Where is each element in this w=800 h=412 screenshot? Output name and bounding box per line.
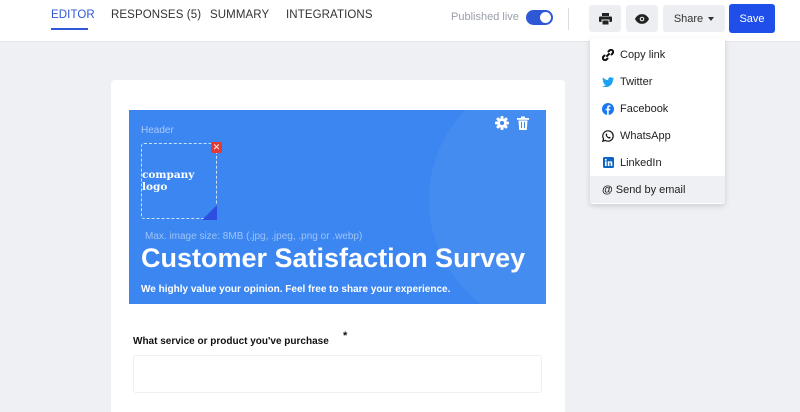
gear-icon[interactable] [495, 116, 509, 130]
share-item-label: Copy link [620, 48, 666, 61]
company-logo: company logo [142, 169, 195, 193]
question-answer-input[interactable] [133, 355, 542, 393]
share-linkedin[interactable]: LinkedIn [590, 149, 725, 176]
tab-editor[interactable]: EDITOR [51, 9, 95, 21]
share-menu: Copy link Twitter Facebook WhatsApp Link… [590, 38, 725, 204]
active-tab-indicator [51, 28, 88, 30]
header-label: Header [141, 125, 174, 136]
share-item-label: Twitter [620, 75, 653, 88]
eye-icon [635, 13, 649, 24]
linkedin-icon [602, 157, 614, 169]
share-item-label: Send by email [615, 183, 686, 196]
max-image-size-hint: Max. image size: 8MB (.jpg, .jpeg, .png … [145, 231, 363, 242]
question-label: What service or product you've purchase [133, 336, 329, 347]
tab-responses[interactable]: RESPONSES (5) [111, 9, 201, 21]
required-mark: * [343, 330, 348, 342]
share-item-label: Facebook [620, 102, 669, 115]
preview-button[interactable] [626, 5, 658, 32]
share-item-label: LinkedIn [620, 156, 662, 169]
resize-handle-icon[interactable] [202, 205, 217, 220]
top-bar: EDITOR RESPONSES (5) SUMMARY INTEGRATION… [0, 0, 800, 42]
form-header-block[interactable]: Header company logo ✕ Max. image size: 8… [129, 110, 546, 304]
share-item-label: WhatsApp [620, 129, 671, 142]
survey-subtitle[interactable]: We highly value your opinion. Feel free … [141, 284, 450, 295]
header-decoration [429, 110, 546, 304]
print-button[interactable] [589, 5, 621, 32]
remove-logo-icon[interactable]: ✕ [211, 142, 222, 153]
facebook-icon [602, 102, 614, 115]
tab-summary[interactable]: SUMMARY [210, 9, 269, 21]
trash-icon[interactable] [516, 116, 530, 130]
share-twitter[interactable]: Twitter [590, 68, 725, 95]
share-button-label: Share [673, 12, 704, 25]
share-whatsapp[interactable]: WhatsApp [590, 122, 725, 149]
published-live-toggle[interactable] [526, 10, 553, 25]
published-live-label: Published live [451, 11, 519, 23]
share-copy-link[interactable]: Copy link [590, 41, 725, 68]
share-button[interactable]: Share [663, 5, 725, 32]
whatsapp-icon [602, 129, 614, 142]
share-facebook[interactable]: Facebook [590, 95, 725, 122]
print-icon [598, 12, 612, 25]
twitter-icon [602, 76, 614, 88]
divider [568, 8, 569, 30]
link-icon [602, 48, 614, 61]
save-button[interactable]: Save [729, 4, 775, 33]
tab-integrations[interactable]: INTEGRATIONS [286, 9, 373, 21]
share-send-by-email[interactable]: @ Send by email [590, 176, 725, 203]
toggle-knob [540, 12, 551, 23]
survey-title[interactable]: Customer Satisfaction Survey [141, 243, 525, 274]
at-icon: @ [602, 183, 613, 196]
caret-down-icon [708, 17, 715, 21]
